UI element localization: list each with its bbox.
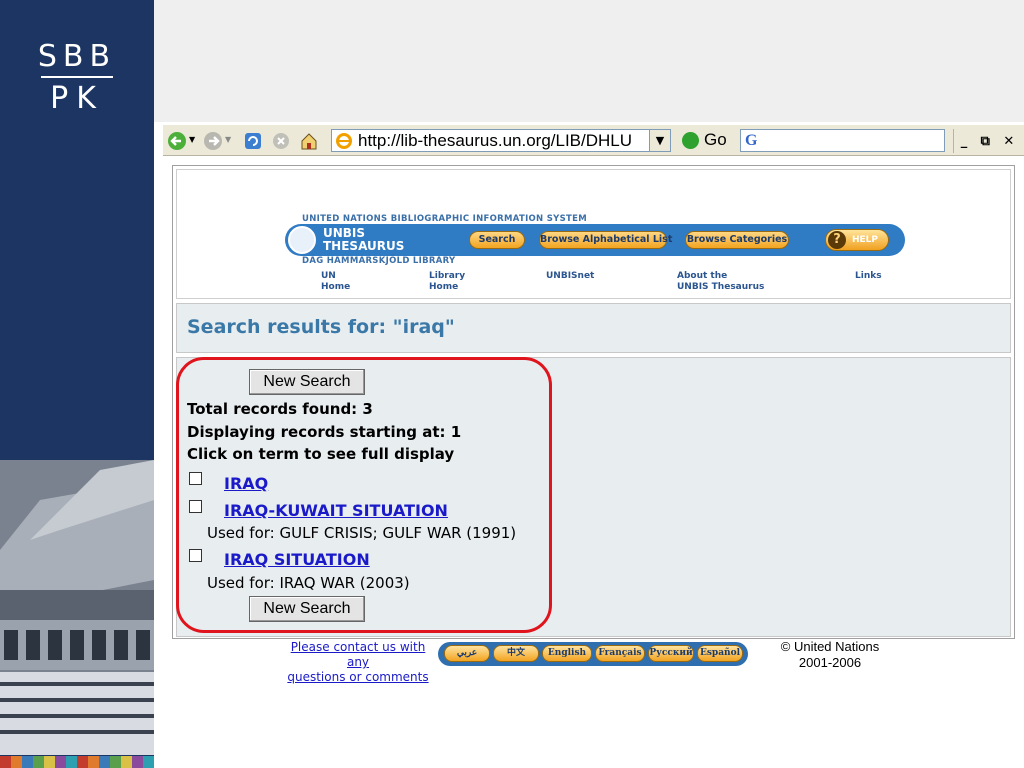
link-unbisnet[interactable]: UNBISnet [546,271,594,282]
browse-alphabetical-button[interactable]: Browse Alphabetical List [539,231,672,249]
stop-icon[interactable] [271,131,291,151]
color-strip-segment [0,756,11,768]
help-question-icon: ? [828,231,846,249]
google-search-input[interactable]: G [740,129,945,152]
results-panel: New Search Total records found: 3 Displa… [176,357,1011,637]
restore-icon[interactable]: ⧉ [981,134,990,149]
color-strip-segment [55,756,66,768]
checkbox-iraq[interactable] [189,472,202,485]
logo-line1: SBB [37,39,117,74]
language-bar: عربي 中文 English Français Русский Español [438,642,748,666]
page-frame: UNITED NATIONS BIBLIOGRAPHIC INFORMATION… [172,165,1015,639]
sbb-pk-logo: SBB PK [0,40,154,116]
window-controls: _ ⧉ ✕ [953,129,1021,153]
ie-icon [336,133,352,149]
refresh-icon[interactable] [243,131,263,151]
color-strip-segment [88,756,99,768]
lang-english[interactable]: English [542,645,592,662]
lang-arabic[interactable]: عربي [444,645,490,662]
lang-chinese[interactable]: 中文 [493,645,539,662]
library-title: DAG HAMMARSKJÖLD LIBRARY [302,256,456,266]
checkbox-iraq-situation[interactable] [189,549,202,562]
color-strip-segment [11,756,22,768]
close-icon[interactable]: ✕ [1003,134,1014,149]
lang-russian[interactable]: Русский [648,645,694,662]
link-library-home[interactable]: Library Home [429,271,465,293]
library-building-photo [0,460,154,755]
lang-spanish[interactable]: Español [697,645,743,662]
color-strip-segment [121,756,132,768]
contact-link[interactable]: Please contact us with any questions or … [285,640,431,684]
color-strip [0,756,154,768]
used-for-iraq-kuwait: Used for: GULF CRISIS; GULF WAR (1991) [207,524,517,542]
new-search-button-top[interactable]: New Search [249,369,365,395]
back-arrow-icon[interactable] [167,131,187,151]
forward-dropdown-icon[interactable]: ▼ [225,135,245,155]
color-strip-segment [99,756,110,768]
color-strip-segment [77,756,88,768]
click-instruction: Click on term to see full display [187,445,455,463]
help-label: HELP [852,235,879,245]
unbis-logo-line1: UNBIS [323,226,366,240]
slide-top-area [154,0,1024,122]
logo-divider [41,76,113,78]
link-un-home[interactable]: UN Home [321,271,350,293]
copyright: © United Nations 2001-2006 [780,639,880,670]
color-strip-segment [22,756,33,768]
color-strip-segment [110,756,121,768]
color-strip-segment [33,756,44,768]
unbis-header: UNITED NATIONS BIBLIOGRAPHIC INFORMATION… [176,169,1011,299]
unbis-system-title: UNITED NATIONS BIBLIOGRAPHIC INFORMATION… [302,214,587,224]
link-about-thesaurus[interactable]: About the UNBIS Thesaurus [677,271,764,293]
web-page: UNITED NATIONS BIBLIOGRAPHIC INFORMATION… [163,156,1024,696]
color-strip-segment [132,756,143,768]
term-link-iraq-kuwait[interactable]: IRAQ-KUWAIT SITUATION [224,501,448,520]
browse-categories-button[interactable]: Browse Categories [685,231,789,249]
used-for-iraq-situation: Used for: IRAQ WAR (2003) [207,574,410,592]
home-icon[interactable] [299,131,319,151]
page-title: Search results for: "iraq" [187,316,455,338]
total-records: Total records found: 3 [187,400,373,418]
new-search-button-bottom[interactable]: New Search [249,596,365,622]
term-link-iraq[interactable]: IRAQ [224,474,268,493]
color-strip-segment [44,756,55,768]
checkbox-iraq-kuwait[interactable] [189,500,202,513]
results-header-bar: Search results for: "iraq" [176,303,1011,353]
address-dropdown-icon[interactable]: ▼ [649,130,670,151]
lang-french[interactable]: Français [595,645,645,662]
link-links[interactable]: Links [855,271,882,282]
help-button[interactable]: ? HELP [825,229,889,251]
forward-arrow-icon[interactable] [203,131,223,151]
logo-line2: PK [50,81,104,116]
address-bar[interactable]: http://lib-thesaurus.un.org/LIB/DHLU ▼ [331,129,671,152]
displaying-records: Displaying records starting at: 1 [187,423,462,441]
browser-toolbar: ▼ ▼ http://lib-thesaurus.un.org/LIB/DHLU… [163,124,1024,156]
go-icon [682,132,699,149]
minimize-icon[interactable]: _ [961,134,968,149]
un-globe-icon [288,226,316,254]
color-strip-segment [66,756,77,768]
google-icon: G [745,132,758,149]
unbis-banner: UNBIS THESAURUS Search Browse Alphabetic… [285,224,905,256]
color-strip-segment [143,756,154,768]
unbis-logo-line2: THESAURUS [323,239,405,253]
slide-sidebar: SBB PK [0,0,154,768]
go-label: Go [704,130,727,149]
search-button[interactable]: Search [469,231,525,249]
address-url[interactable]: http://lib-thesaurus.un.org/LIB/DHLU [358,131,648,151]
term-link-iraq-situation[interactable]: IRAQ SITUATION [224,550,370,569]
